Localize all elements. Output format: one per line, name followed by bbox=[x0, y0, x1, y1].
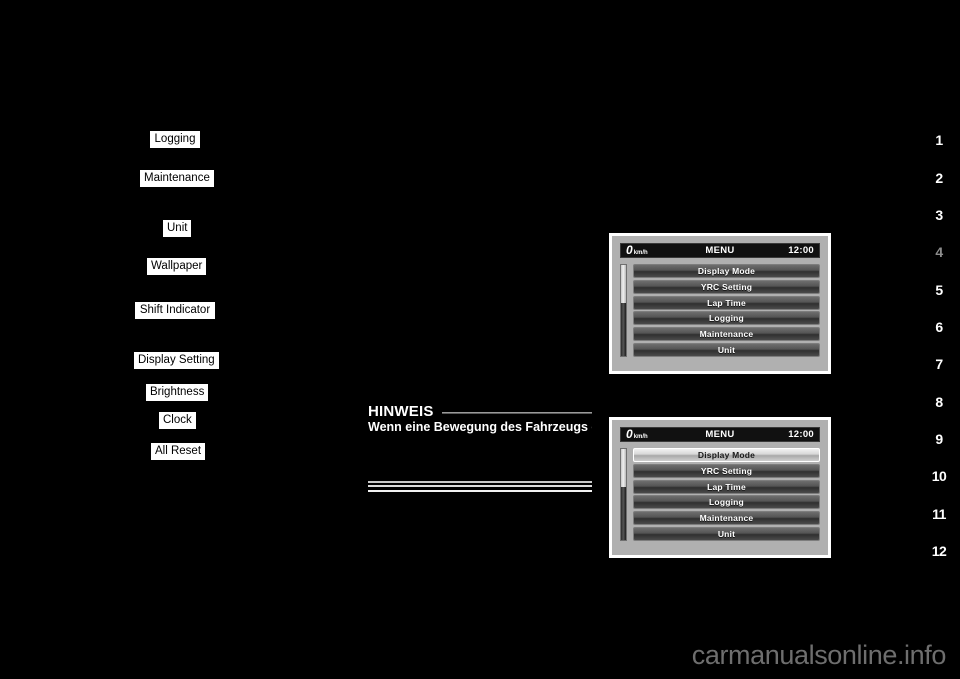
scrollbar-thumb[interactable] bbox=[621, 265, 626, 304]
callout-label: All Reset bbox=[151, 443, 206, 460]
display-clock: 12:00 bbox=[788, 429, 814, 440]
scrollbar-thumb[interactable] bbox=[621, 449, 626, 488]
menu-scrollbar[interactable] bbox=[620, 448, 627, 541]
menu-list: Display Mode YRC Setting Lap Time Logging Ma… bbox=[633, 448, 820, 541]
note-header-rule bbox=[441, 411, 592, 414]
site-watermark: carmanualsonline.info bbox=[691, 640, 947, 670]
menu-item[interactable]: Logging bbox=[633, 311, 820, 326]
menu-scrollbar[interactable] bbox=[620, 264, 627, 357]
callout-label: Display Setting bbox=[134, 352, 219, 369]
menu-list-area: Display Mode YRC Setting Lap Time Logging Ma… bbox=[620, 264, 820, 357]
display-status-bar: 0 km/h MENU 12:00 bbox=[620, 243, 820, 258]
menu-item[interactable]: Unit bbox=[633, 342, 820, 357]
note-body: Wenn eine Bewegung des Fahrzeugs er bbox=[368, 421, 592, 434]
scrollbar-track[interactable] bbox=[621, 487, 626, 540]
chapter-tab[interactable]: 5 bbox=[918, 278, 960, 302]
callout-label: Maintenance bbox=[140, 170, 214, 187]
note-header: HINWEIS bbox=[368, 402, 592, 420]
chapter-tab[interactable]: 3 bbox=[918, 203, 960, 227]
menu-item[interactable]: Maintenance bbox=[633, 511, 820, 526]
callout-label: Unit bbox=[163, 220, 192, 237]
chapter-tab[interactable]: 9 bbox=[918, 427, 960, 451]
callout-label: Wallpaper bbox=[147, 258, 207, 275]
chapter-tab[interactable]: 7 bbox=[918, 352, 960, 376]
instrument-display-panel: 0 km/h MENU 12:00 Display Mode YRC Setting Lap… bbox=[609, 417, 831, 558]
menu-item[interactable]: Lap Time bbox=[633, 479, 820, 494]
note-title: HINWEIS bbox=[368, 402, 434, 420]
callout-label: Logging bbox=[150, 131, 200, 148]
chapter-tab[interactable]: 8 bbox=[918, 390, 960, 414]
menu-item[interactable]: Lap Time bbox=[633, 295, 820, 310]
note-footer-rules bbox=[368, 481, 592, 492]
instrument-display-panel: 0 km/h MENU 12:00 Display Mode YRC Setting Lap… bbox=[609, 233, 831, 374]
menu-item[interactable]: YRC Setting bbox=[633, 463, 820, 478]
scrollbar-track[interactable] bbox=[621, 303, 626, 356]
menu-item[interactable]: Maintenance bbox=[633, 327, 820, 342]
chapter-tab[interactable]: 2 bbox=[918, 166, 960, 190]
chapter-tab[interactable]: 11 bbox=[918, 502, 960, 526]
callout-label: Brightness bbox=[146, 384, 209, 401]
menu-list-area: Display Mode YRC Setting Lap Time Logging Ma… bbox=[620, 448, 820, 541]
note-block: HINWEIS Wenn eine Bewegung des Fahrzeugs… bbox=[368, 402, 592, 492]
display-screen: 0 km/h MENU 12:00 Display Mode YRC Setting Lap… bbox=[612, 420, 828, 555]
callout-label: Shift Indicator bbox=[135, 302, 215, 319]
display-status-bar: 0 km/h MENU 12:00 bbox=[620, 427, 820, 442]
chapter-tab[interactable]: 4 bbox=[918, 240, 960, 264]
menu-item[interactable]: Logging bbox=[633, 495, 820, 510]
callout-label: Clock bbox=[159, 412, 196, 429]
display-clock: 12:00 bbox=[788, 245, 814, 256]
note-body-text: Wenn eine Bewegung des Fahrzeugs er bbox=[368, 421, 592, 434]
chapter-tab[interactable]: 10 bbox=[918, 464, 960, 488]
chapter-tab[interactable]: 1 bbox=[918, 128, 960, 152]
chapter-tab[interactable]: 6 bbox=[918, 315, 960, 339]
menu-item[interactable]: Display Mode bbox=[633, 448, 820, 462]
menu-list: Display Mode YRC Setting Lap Time Logging Ma… bbox=[633, 264, 820, 357]
manual-page: Logging Maintenance Unit Wallpaper Shift Ind… bbox=[0, 0, 960, 679]
menu-item[interactable]: Unit bbox=[633, 526, 820, 541]
chapter-tab[interactable]: 12 bbox=[918, 539, 960, 563]
menu-item[interactable]: YRC Setting bbox=[633, 279, 820, 294]
menu-item[interactable]: Display Mode bbox=[633, 264, 820, 278]
display-screen: 0 km/h MENU 12:00 Display Mode YRC Setting Lap… bbox=[612, 236, 828, 371]
